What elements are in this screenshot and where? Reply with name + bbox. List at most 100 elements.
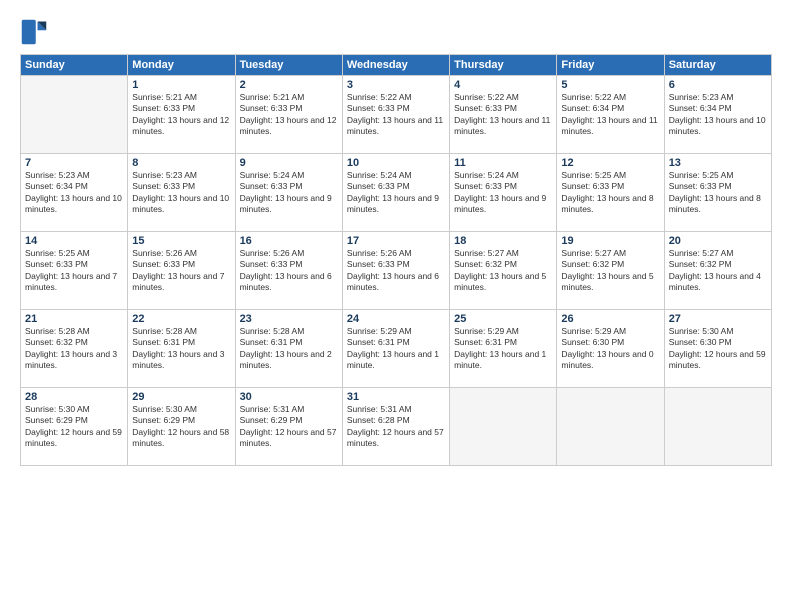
day-number: 22 xyxy=(132,313,230,325)
calendar-week-5: 28Sunrise: 5:30 AMSunset: 6:29 PMDayligh… xyxy=(21,388,772,466)
page: SundayMondayTuesdayWednesdayThursdayFrid… xyxy=(0,0,792,612)
weekday-header-row: SundayMondayTuesdayWednesdayThursdayFrid… xyxy=(21,55,772,76)
calendar-cell: 7Sunrise: 5:23 AMSunset: 6:34 PMDaylight… xyxy=(21,154,128,232)
day-info: Sunrise: 5:29 AMSunset: 6:31 PMDaylight:… xyxy=(347,326,445,372)
calendar-cell: 18Sunrise: 5:27 AMSunset: 6:32 PMDayligh… xyxy=(450,232,557,310)
calendar-cell xyxy=(450,388,557,466)
day-info: Sunrise: 5:31 AMSunset: 6:29 PMDaylight:… xyxy=(240,404,338,450)
day-number: 6 xyxy=(669,79,767,91)
day-number: 20 xyxy=(669,235,767,247)
day-info: Sunrise: 5:25 AMSunset: 6:33 PMDaylight:… xyxy=(561,170,659,216)
calendar-cell: 25Sunrise: 5:29 AMSunset: 6:31 PMDayligh… xyxy=(450,310,557,388)
calendar-week-4: 21Sunrise: 5:28 AMSunset: 6:32 PMDayligh… xyxy=(21,310,772,388)
logo-icon xyxy=(20,18,48,46)
weekday-header-friday: Friday xyxy=(557,55,664,76)
calendar-table: SundayMondayTuesdayWednesdayThursdayFrid… xyxy=(20,54,772,466)
day-info: Sunrise: 5:24 AMSunset: 6:33 PMDaylight:… xyxy=(240,170,338,216)
calendar-cell: 29Sunrise: 5:30 AMSunset: 6:29 PMDayligh… xyxy=(128,388,235,466)
day-number: 21 xyxy=(25,313,123,325)
calendar-cell: 19Sunrise: 5:27 AMSunset: 6:32 PMDayligh… xyxy=(557,232,664,310)
day-number: 5 xyxy=(561,79,659,91)
day-number: 29 xyxy=(132,391,230,403)
day-info: Sunrise: 5:29 AMSunset: 6:31 PMDaylight:… xyxy=(454,326,552,372)
day-number: 31 xyxy=(347,391,445,403)
day-number: 3 xyxy=(347,79,445,91)
day-number: 12 xyxy=(561,157,659,169)
day-info: Sunrise: 5:23 AMSunset: 6:33 PMDaylight:… xyxy=(132,170,230,216)
calendar-cell: 13Sunrise: 5:25 AMSunset: 6:33 PMDayligh… xyxy=(664,154,771,232)
calendar-cell: 31Sunrise: 5:31 AMSunset: 6:28 PMDayligh… xyxy=(342,388,449,466)
day-info: Sunrise: 5:27 AMSunset: 6:32 PMDaylight:… xyxy=(561,248,659,294)
day-number: 30 xyxy=(240,391,338,403)
day-number: 8 xyxy=(132,157,230,169)
day-number: 15 xyxy=(132,235,230,247)
calendar-cell: 24Sunrise: 5:29 AMSunset: 6:31 PMDayligh… xyxy=(342,310,449,388)
day-number: 14 xyxy=(25,235,123,247)
weekday-header-saturday: Saturday xyxy=(664,55,771,76)
calendar-cell xyxy=(21,76,128,154)
day-number: 9 xyxy=(240,157,338,169)
day-info: Sunrise: 5:22 AMSunset: 6:34 PMDaylight:… xyxy=(561,92,659,138)
day-info: Sunrise: 5:30 AMSunset: 6:29 PMDaylight:… xyxy=(25,404,123,450)
calendar-cell: 22Sunrise: 5:28 AMSunset: 6:31 PMDayligh… xyxy=(128,310,235,388)
day-info: Sunrise: 5:25 AMSunset: 6:33 PMDaylight:… xyxy=(25,248,123,294)
day-info: Sunrise: 5:23 AMSunset: 6:34 PMDaylight:… xyxy=(25,170,123,216)
calendar-cell: 26Sunrise: 5:29 AMSunset: 6:30 PMDayligh… xyxy=(557,310,664,388)
day-info: Sunrise: 5:30 AMSunset: 6:30 PMDaylight:… xyxy=(669,326,767,372)
calendar-cell: 2Sunrise: 5:21 AMSunset: 6:33 PMDaylight… xyxy=(235,76,342,154)
day-info: Sunrise: 5:26 AMSunset: 6:33 PMDaylight:… xyxy=(132,248,230,294)
day-number: 10 xyxy=(347,157,445,169)
day-info: Sunrise: 5:24 AMSunset: 6:33 PMDaylight:… xyxy=(454,170,552,216)
day-info: Sunrise: 5:23 AMSunset: 6:34 PMDaylight:… xyxy=(669,92,767,138)
calendar-cell: 9Sunrise: 5:24 AMSunset: 6:33 PMDaylight… xyxy=(235,154,342,232)
calendar-cell: 11Sunrise: 5:24 AMSunset: 6:33 PMDayligh… xyxy=(450,154,557,232)
calendar-cell: 10Sunrise: 5:24 AMSunset: 6:33 PMDayligh… xyxy=(342,154,449,232)
day-number: 13 xyxy=(669,157,767,169)
day-number: 16 xyxy=(240,235,338,247)
calendar-cell: 30Sunrise: 5:31 AMSunset: 6:29 PMDayligh… xyxy=(235,388,342,466)
calendar-cell: 23Sunrise: 5:28 AMSunset: 6:31 PMDayligh… xyxy=(235,310,342,388)
day-number: 17 xyxy=(347,235,445,247)
header xyxy=(20,18,772,46)
weekday-header-tuesday: Tuesday xyxy=(235,55,342,76)
calendar-cell: 5Sunrise: 5:22 AMSunset: 6:34 PMDaylight… xyxy=(557,76,664,154)
logo xyxy=(20,18,52,46)
day-number: 26 xyxy=(561,313,659,325)
day-info: Sunrise: 5:30 AMSunset: 6:29 PMDaylight:… xyxy=(132,404,230,450)
calendar-cell: 14Sunrise: 5:25 AMSunset: 6:33 PMDayligh… xyxy=(21,232,128,310)
day-info: Sunrise: 5:27 AMSunset: 6:32 PMDaylight:… xyxy=(454,248,552,294)
calendar-week-3: 14Sunrise: 5:25 AMSunset: 6:33 PMDayligh… xyxy=(21,232,772,310)
day-info: Sunrise: 5:27 AMSunset: 6:32 PMDaylight:… xyxy=(669,248,767,294)
calendar-cell: 28Sunrise: 5:30 AMSunset: 6:29 PMDayligh… xyxy=(21,388,128,466)
day-number: 19 xyxy=(561,235,659,247)
calendar-cell xyxy=(557,388,664,466)
calendar-cell: 1Sunrise: 5:21 AMSunset: 6:33 PMDaylight… xyxy=(128,76,235,154)
calendar-cell: 3Sunrise: 5:22 AMSunset: 6:33 PMDaylight… xyxy=(342,76,449,154)
calendar-cell: 27Sunrise: 5:30 AMSunset: 6:30 PMDayligh… xyxy=(664,310,771,388)
day-number: 2 xyxy=(240,79,338,91)
calendar-cell: 15Sunrise: 5:26 AMSunset: 6:33 PMDayligh… xyxy=(128,232,235,310)
calendar-cell: 6Sunrise: 5:23 AMSunset: 6:34 PMDaylight… xyxy=(664,76,771,154)
weekday-header-sunday: Sunday xyxy=(21,55,128,76)
day-number: 18 xyxy=(454,235,552,247)
day-number: 23 xyxy=(240,313,338,325)
day-info: Sunrise: 5:29 AMSunset: 6:30 PMDaylight:… xyxy=(561,326,659,372)
day-info: Sunrise: 5:21 AMSunset: 6:33 PMDaylight:… xyxy=(240,92,338,138)
day-number: 25 xyxy=(454,313,552,325)
day-info: Sunrise: 5:28 AMSunset: 6:31 PMDaylight:… xyxy=(240,326,338,372)
calendar-cell: 12Sunrise: 5:25 AMSunset: 6:33 PMDayligh… xyxy=(557,154,664,232)
day-info: Sunrise: 5:22 AMSunset: 6:33 PMDaylight:… xyxy=(454,92,552,138)
day-number: 24 xyxy=(347,313,445,325)
calendar-cell: 20Sunrise: 5:27 AMSunset: 6:32 PMDayligh… xyxy=(664,232,771,310)
calendar-cell: 16Sunrise: 5:26 AMSunset: 6:33 PMDayligh… xyxy=(235,232,342,310)
day-info: Sunrise: 5:26 AMSunset: 6:33 PMDaylight:… xyxy=(347,248,445,294)
day-info: Sunrise: 5:24 AMSunset: 6:33 PMDaylight:… xyxy=(347,170,445,216)
calendar-cell: 17Sunrise: 5:26 AMSunset: 6:33 PMDayligh… xyxy=(342,232,449,310)
day-number: 1 xyxy=(132,79,230,91)
day-info: Sunrise: 5:28 AMSunset: 6:32 PMDaylight:… xyxy=(25,326,123,372)
weekday-header-wednesday: Wednesday xyxy=(342,55,449,76)
day-number: 28 xyxy=(25,391,123,403)
day-info: Sunrise: 5:21 AMSunset: 6:33 PMDaylight:… xyxy=(132,92,230,138)
day-info: Sunrise: 5:28 AMSunset: 6:31 PMDaylight:… xyxy=(132,326,230,372)
weekday-header-monday: Monday xyxy=(128,55,235,76)
